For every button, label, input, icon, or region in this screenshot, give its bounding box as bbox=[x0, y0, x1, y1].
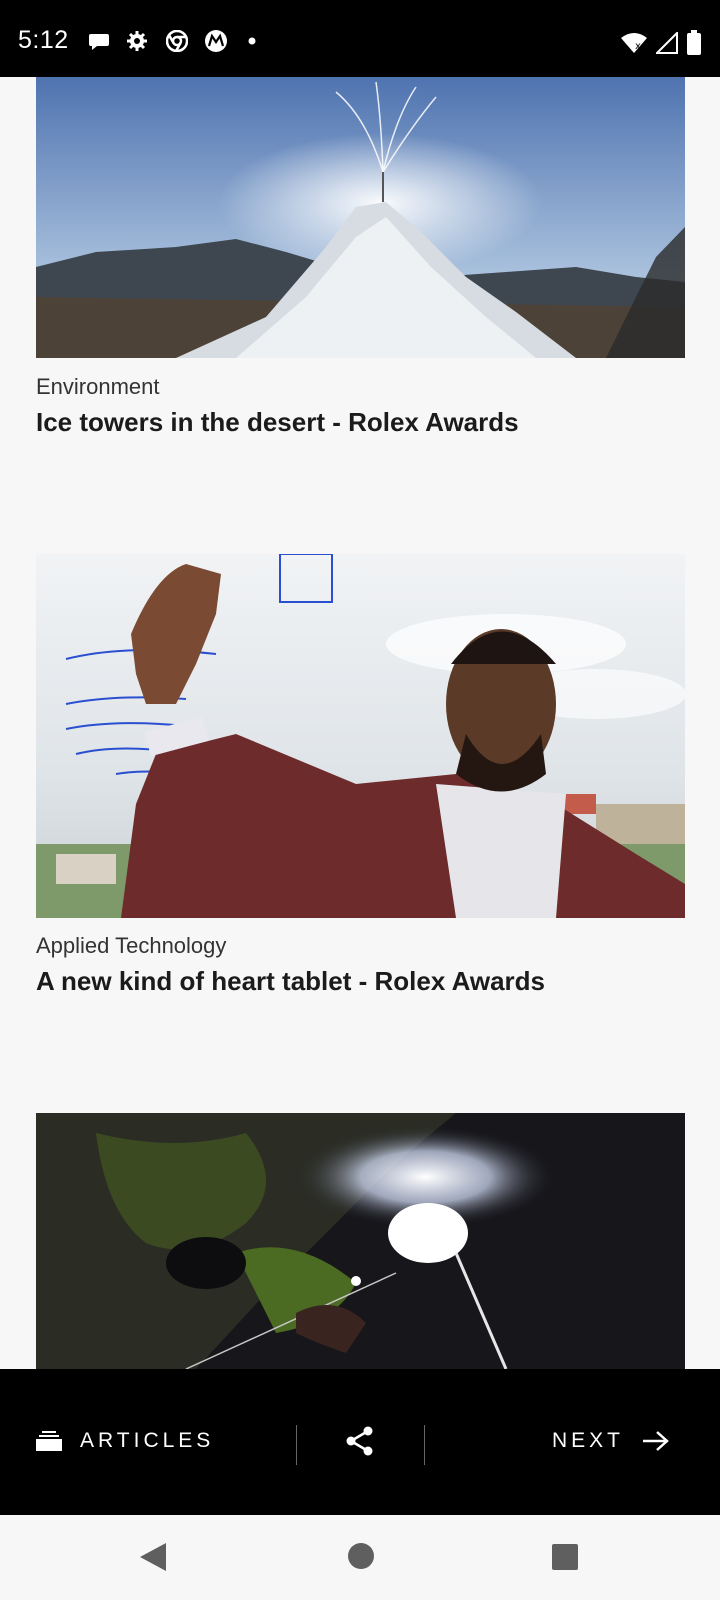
recents-icon[interactable] bbox=[551, 1543, 579, 1571]
chat-icon bbox=[89, 34, 109, 50]
article-category: Environment bbox=[36, 374, 160, 399]
dot-icon bbox=[248, 37, 256, 45]
status-bar: 5:12 x bbox=[0, 0, 720, 77]
status-time: 5:12 bbox=[18, 26, 69, 54]
next-button[interactable]: NEXT bbox=[552, 1419, 670, 1463]
motorola-icon bbox=[205, 30, 227, 52]
article-list[interactable]: Environment Ice towers in the desert - R… bbox=[0, 77, 720, 1369]
back-icon[interactable] bbox=[138, 1541, 168, 1573]
wifi-icon: x bbox=[621, 33, 647, 53]
home-icon[interactable] bbox=[347, 1542, 375, 1570]
article-image-cave[interactable] bbox=[36, 1113, 685, 1369]
settings-icon bbox=[127, 31, 147, 51]
system-nav-bar bbox=[0, 1515, 720, 1600]
articles-stack-icon bbox=[36, 1431, 62, 1451]
arrow-right-icon bbox=[643, 1431, 669, 1451]
articles-label: ARTICLES bbox=[80, 1429, 215, 1452]
article-image-ice-towers[interactable] bbox=[36, 77, 685, 358]
article-title[interactable]: A new kind of heart tablet - Rolex Award… bbox=[36, 966, 545, 997]
next-label: NEXT bbox=[551, 1429, 624, 1452]
article-title[interactable]: Ice towers in the desert - Rolex Awards bbox=[36, 407, 519, 438]
divider bbox=[424, 1425, 425, 1465]
svg-text:x: x bbox=[635, 41, 641, 52]
article-category: Applied Technology bbox=[36, 933, 227, 958]
articles-button[interactable]: ARTICLES bbox=[36, 1419, 214, 1463]
chrome-icon bbox=[166, 30, 188, 52]
article-image-heart-tablet[interactable] bbox=[36, 554, 685, 918]
battery-icon bbox=[687, 30, 701, 55]
divider bbox=[296, 1425, 297, 1465]
share-icon[interactable] bbox=[344, 1425, 376, 1457]
signal-icon bbox=[656, 32, 678, 54]
bottom-action-bar: ARTICLES NEXT bbox=[0, 1369, 720, 1515]
